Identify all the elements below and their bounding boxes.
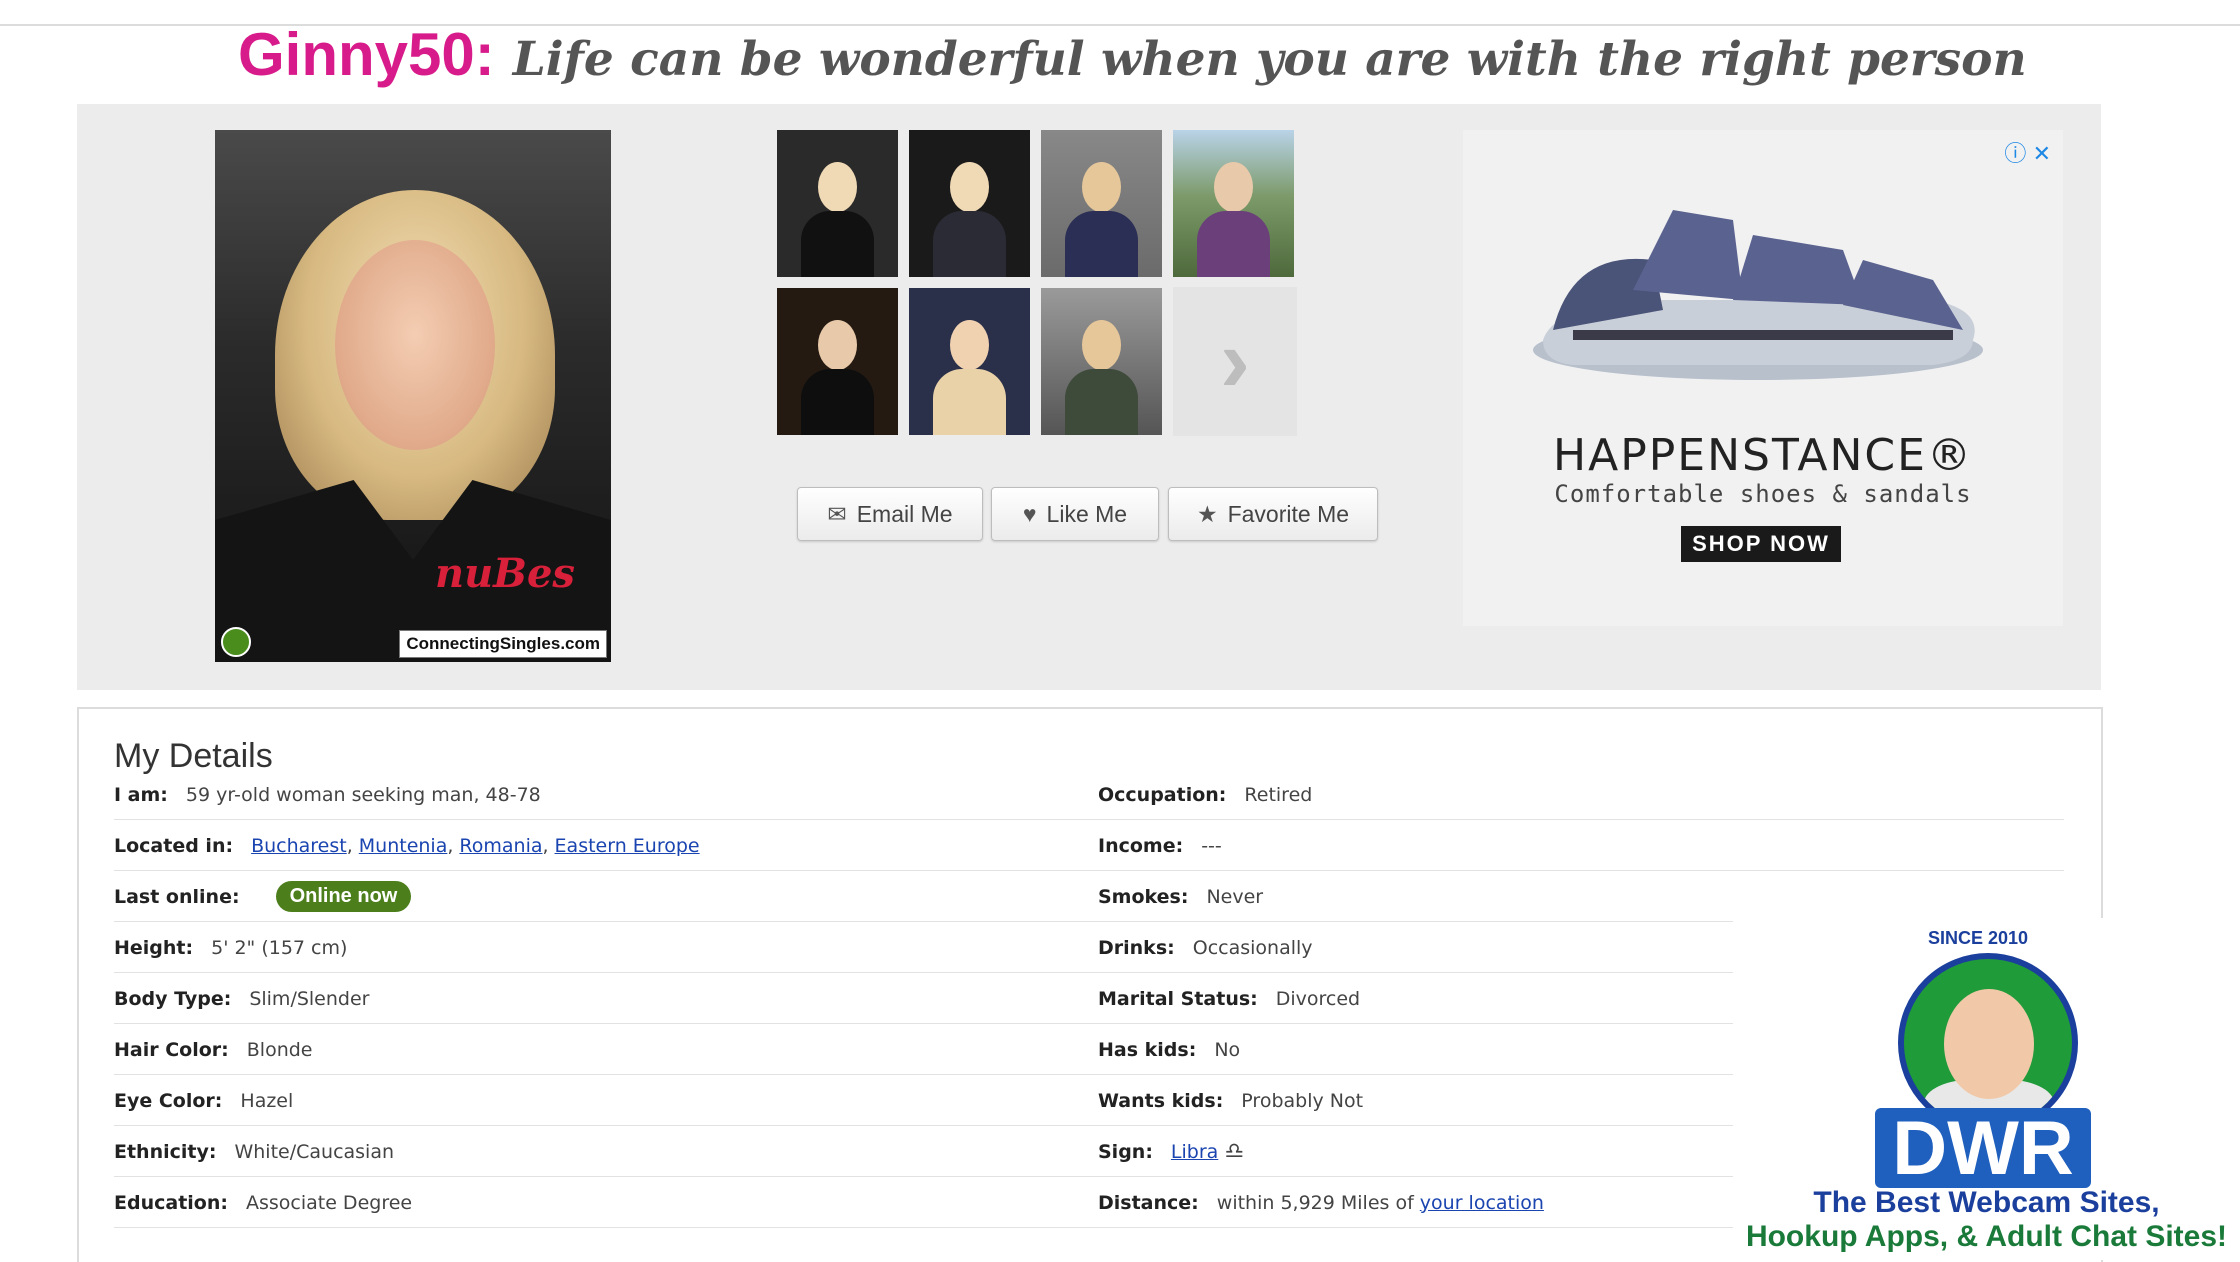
detail-row-education: Education: Associate Degree [114,1177,1114,1228]
thumbnail-photo-1[interactable] [777,130,898,277]
thumbnail-photo-7[interactable] [1041,288,1162,435]
ad-info-icon[interactable]: ⓘ [2004,141,2026,166]
envelope-icon: ✉ [827,500,847,527]
detail-row-i-am: I am: 59 yr-old woman seeking man, 48-78 [114,769,1114,820]
detail-label: Distance: [1098,1191,1199,1214]
shop-now-button[interactable]: SHOP NOW [1681,526,1841,562]
detail-value: No [1214,1038,1241,1061]
dwr-since-text: SINCE 2010 [1928,928,2029,948]
detail-value: Slim/Slender [249,987,370,1010]
detail-value: Divorced [1275,987,1361,1010]
ad-close-icon[interactable]: ✕ [2033,141,2051,166]
dwr-logo: DWR [1875,1106,2091,1191]
photo-face [335,240,495,450]
like-me-button[interactable]: ♥ Like Me [991,487,1159,541]
headline-colon: : [474,21,495,88]
thumbnail-photo-4[interactable] [1173,130,1294,277]
favorite-me-label: Favorite Me [1227,500,1350,527]
photo-thumbnails: › [777,130,1297,436]
detail-label: Hair Color: [114,1038,229,1061]
detail-value: Associate Degree [245,1191,413,1214]
detail-row-wants-kids: Wants kids: Probably Not [1098,1075,1738,1126]
zodiac-sign-link[interactable]: Libra [1171,1141,1218,1163]
detail-row-located-in: Located in: Bucharest, Muntenia, Romania… [114,820,1114,871]
detail-row-marital-status: Marital Status: Divorced [1098,973,1738,1024]
email-me-button[interactable]: ✉ Email Me [797,487,983,541]
star-icon: ★ [1196,500,1218,527]
like-me-label: Like Me [1046,500,1128,527]
profile-headline: Ginny50 : Life can be wonderful when you… [238,20,2027,100]
detail-row-has-kids: Has kids: No [1098,1024,1738,1075]
favorite-me-button[interactable]: ★ Favorite Me [1168,487,1378,541]
detail-label: Body Type: [114,987,232,1010]
detail-label: Has kids: [1098,1038,1197,1061]
shoe-advertisement[interactable]: ⓘ ✕ HAPPENSTANCE® Comfortable shoes & sa… [1463,130,2063,626]
online-now-badge: Online now [275,881,412,912]
detail-value: --- [1201,834,1222,857]
detail-value: Retired [1244,783,1313,806]
location-city-link[interactable]: Bucharest [251,835,347,857]
detail-label: Sign: [1098,1140,1153,1163]
location-region-link[interactable]: Muntenia [359,835,448,857]
detail-label: I am: [114,783,168,806]
detail-value: 59 yr-old woman seeking man, 48-78 [185,783,541,806]
detail-value: 5' 2" (157 cm) [211,936,348,959]
detail-value: Blonde [246,1038,313,1061]
detail-row-occupation: Occupation: Retired [1098,769,2064,820]
detail-label: Height: [114,936,194,959]
detail-row-sign: Sign: Libra ♎ [1098,1126,1738,1177]
dwr-watermark-overlay: SINCE 2010 DWR The Best Webcam Sites, Ho… [1733,918,2240,1260]
detail-label: Smokes: [1098,885,1189,908]
detail-label: Eye Color: [114,1089,223,1112]
detail-row-height: Height: 5' 2" (157 cm) [114,922,1114,973]
ad-brand: HAPPENSTANCE® [1553,430,1973,481]
your-location-link[interactable]: your location [1420,1192,1544,1214]
detail-label: Drinks: [1098,936,1175,959]
dwr-tagline-2: Hookup Apps, & Adult Chat Sites! [1745,1220,2228,1253]
location-country-link[interactable]: Romania [459,835,542,857]
detail-label: Marital Status: [1098,987,1258,1010]
detail-row-smokes: Smokes: Never [1098,871,1738,922]
detail-row-hair-color: Hair Color: Blonde [114,1024,1114,1075]
detail-value: Never [1206,885,1264,908]
detail-row-eye-color: Eye Color: Hazel [114,1075,1114,1126]
detail-row-ethnicity: Ethnicity: White/Caucasian [114,1126,1114,1177]
heart-icon: ♥ [1022,500,1037,527]
detail-row-income: Income: --- [1098,820,2064,871]
photo-watermark: ConnectingSingles.com [399,630,607,658]
thumbnail-photo-2[interactable] [909,130,1030,277]
libra-icon: ♎ [1224,1139,1245,1164]
main-profile-photo[interactable]: nuBes ConnectingSingles.com [215,130,611,662]
detail-row-distance: Distance: within 5,929 Miles of your loc… [1098,1177,1738,1228]
detail-value: Probably Not [1241,1089,1364,1112]
detail-row-drinks: Drinks: Occasionally [1098,922,1738,973]
detail-label: Ethnicity: [114,1140,217,1163]
thumbnail-photo-3[interactable] [1041,130,1162,277]
profile-username: Ginny50 [238,21,475,88]
profile-tagline: Life can be wonderful when you are with … [512,32,2027,87]
detail-value: White/Caucasian [234,1140,395,1163]
thumbnail-photo-5[interactable] [777,288,898,435]
detail-label: Income: [1098,834,1184,857]
shirt-brand-text: nuBes [435,550,575,597]
detail-value: Occasionally [1192,936,1313,959]
detail-label: Occupation: [1098,783,1227,806]
location-continent-link[interactable]: Eastern Europe [555,835,700,857]
detail-value: within 5,929 Miles of [1216,1191,1414,1214]
online-status-dot [221,627,251,657]
detail-row-body-type: Body Type: Slim/Slender [114,973,1114,1024]
thumbnail-photo-6[interactable] [909,288,1030,435]
detail-label: Wants kids: [1098,1089,1224,1112]
detail-label: Located in: [114,834,234,857]
detail-label: Last online: [114,885,240,908]
detail-value: Hazel [240,1089,294,1112]
detail-label: Education: [114,1191,228,1214]
dwr-tagline-1: The Best Webcam Sites, [1813,1186,2160,1219]
sandal-image [1533,210,1983,380]
detail-row-last-online: Last online: Online now [114,871,1114,922]
email-me-label: Email Me [856,500,953,527]
ad-subtitle: Comfortable shoes & sandals [1554,480,1972,508]
thumbnails-next-arrow-icon[interactable]: › [1173,287,1297,436]
ad-controls: ⓘ ✕ [2004,136,2051,168]
